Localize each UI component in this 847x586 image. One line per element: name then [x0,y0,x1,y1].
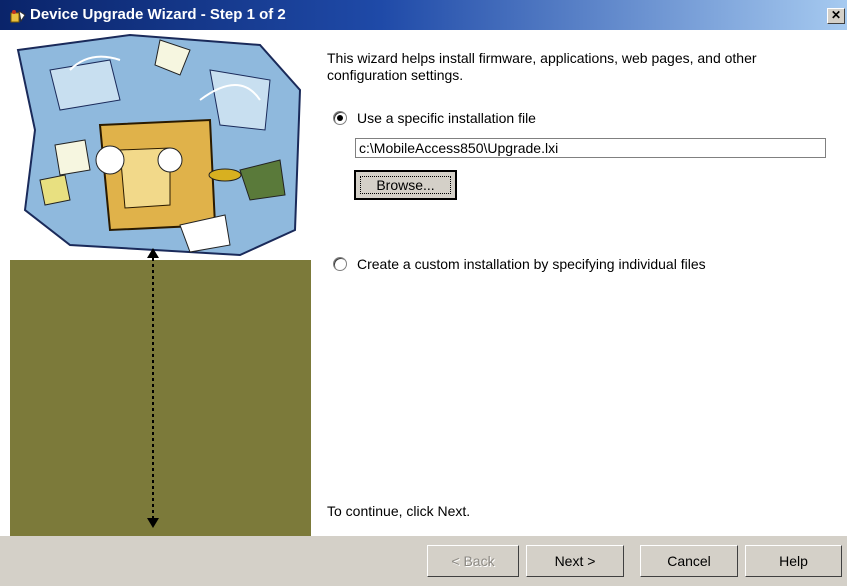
radio-option-custom-installation[interactable]: Create a custom installation by specifyi… [333,256,706,272]
cancel-button[interactable]: Cancel [640,545,738,577]
option-specific-label: Use a specific installation file [357,110,536,126]
installation-file-path-input[interactable]: c:\MobileAccess850\Upgrade.lxi [355,138,826,158]
title-bar[interactable]: Device Upgrade Wizard - Step 1 of 2 ✕ [0,0,847,30]
button-bar: < Back Next > Cancel Help [0,536,847,586]
continue-hint: To continue, click Next. [327,503,471,519]
wizard-app-icon [10,9,26,23]
radio-option-specific-file[interactable]: Use a specific installation file [333,110,536,126]
vertical-arrow-icon [147,248,159,528]
radio-button-selected[interactable] [333,111,347,125]
wizard-window: Device Upgrade Wizard - Step 1 of 2 ✕ Th… [0,0,847,586]
option-custom-label: Create a custom installation by specifyi… [357,256,706,272]
close-button[interactable]: ✕ [827,8,845,24]
wizard-side-panel [10,30,311,536]
back-button[interactable]: < Back [427,545,519,577]
window-title: Device Upgrade Wizard - Step 1 of 2 [30,6,286,23]
wizard-illustration [10,30,311,265]
browse-button-label: Browse... [376,177,435,193]
radio-button-unselected[interactable] [333,257,347,271]
intro-text: This wizard helps install firmware, appl… [327,50,757,83]
browse-button[interactable]: Browse... [354,170,457,200]
next-button[interactable]: Next > [526,545,624,577]
help-button[interactable]: Help [745,545,842,577]
wizard-step-panel: This wizard helps install firmware, appl… [311,30,847,536]
